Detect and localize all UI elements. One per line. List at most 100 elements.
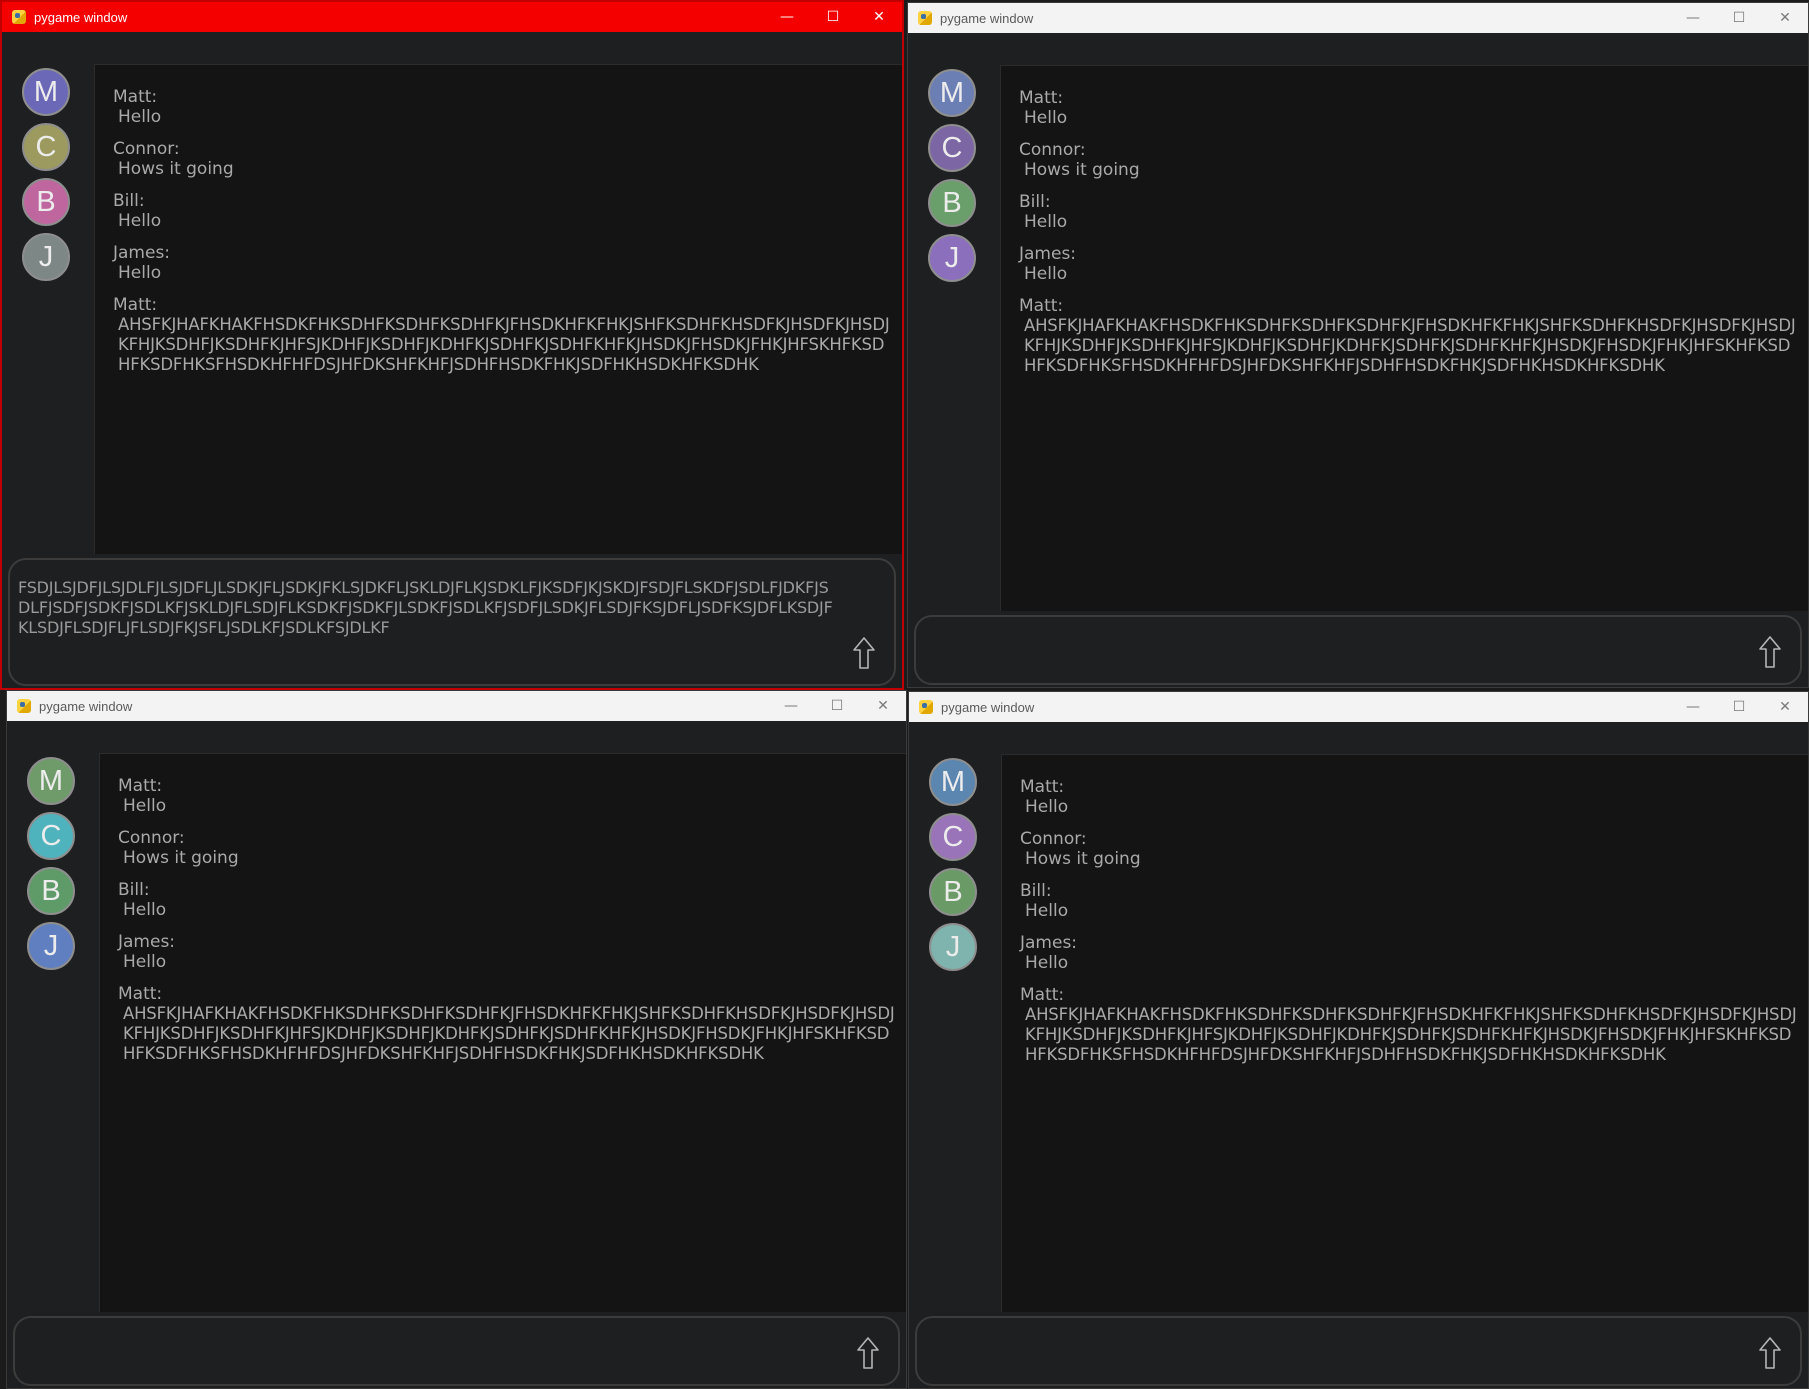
close-button[interactable]: ✕ xyxy=(1762,3,1808,33)
message: Matt: AHSFKJHAFKHAKFHSDKFHKSDHFKSDHFKSDHF… xyxy=(113,295,894,375)
message-text: Hello xyxy=(123,796,167,816)
message: Matt: Hello xyxy=(113,87,894,127)
avatar-connor[interactable]: C xyxy=(929,813,977,861)
message: Matt: AHSFKJHAFKHAKFHSDKFHKSDHFKSDHFKSDHF… xyxy=(1020,985,1800,1065)
message-text: Hello xyxy=(123,900,167,920)
message: James: Hello xyxy=(113,243,894,283)
message-input[interactable] xyxy=(914,615,1802,685)
pygame-window[interactable]: pygame window — ☐ ✕ M C B J Matt: Hello Connor: How… xyxy=(6,690,907,1389)
message: Matt: AHSFKJHAFKHAKFHSDKFHKSDHFKSDHFKSDHF… xyxy=(118,984,898,1064)
message-text: AHSFKJHAFKHAKFHSDKFHKSDHFKSDHFKSDHFKJFHS… xyxy=(1025,1005,1797,1064)
pygame-window[interactable]: pygame window — ☐ ✕ M C B J Matt: Hello Connor: How… xyxy=(0,0,904,690)
message-input[interactable] xyxy=(13,1316,900,1386)
avatar-james[interactable]: J xyxy=(27,922,75,970)
minimize-button[interactable]: — xyxy=(1670,3,1716,33)
message-text: Hows it going xyxy=(123,848,239,868)
message-author: James: xyxy=(113,243,171,263)
message-text: Hello xyxy=(1024,108,1068,128)
message: Connor: Hows it going xyxy=(1020,829,1800,869)
title-bar[interactable]: pygame window — ☐ ✕ xyxy=(909,692,1808,722)
send-arrow-icon[interactable] xyxy=(1758,1336,1782,1370)
message: Bill: Hello xyxy=(1020,881,1800,921)
avatar-james[interactable]: J xyxy=(22,233,70,281)
user-list: MCBJ xyxy=(928,69,978,289)
avatar-bill[interactable]: B xyxy=(27,867,75,915)
title-bar[interactable]: pygame window — ☐ ✕ xyxy=(2,2,902,32)
message-author: James: xyxy=(1019,244,1077,264)
avatar-bill[interactable]: B xyxy=(928,179,976,227)
window-controls: — ☐ ✕ xyxy=(764,2,902,32)
message-author: Matt: xyxy=(118,776,163,796)
message-author: Matt: xyxy=(1019,88,1064,108)
send-arrow-icon[interactable] xyxy=(852,636,876,670)
window-title: pygame window xyxy=(39,698,133,714)
maximize-button[interactable]: ☐ xyxy=(1716,3,1762,33)
avatar-matt[interactable]: M xyxy=(22,68,70,116)
send-arrow-icon[interactable] xyxy=(856,1336,880,1370)
message-input-text[interactable]: FSDJLSJDFJLSJDLFJLSJDFLJLSDKJFLJSDKJFKLS… xyxy=(18,578,840,638)
message-author: James: xyxy=(1020,933,1078,953)
avatar-matt[interactable]: M xyxy=(27,757,75,805)
avatar-connor[interactable]: C xyxy=(22,123,70,171)
message-text: Hello xyxy=(118,107,162,127)
message-text: AHSFKJHAFKHAKFHSDKFHKSDHFKSDHFKSDHFKJFHS… xyxy=(123,1004,895,1063)
avatar-bill[interactable]: B xyxy=(929,868,977,916)
message: Connor: Hows it going xyxy=(113,139,894,179)
message-text: Hello xyxy=(1025,953,1069,973)
maximize-button[interactable]: ☐ xyxy=(1716,692,1762,722)
avatar-matt[interactable]: M xyxy=(929,758,977,806)
message: Matt: Hello xyxy=(118,776,898,816)
message: Bill: Hello xyxy=(118,880,898,920)
close-button[interactable]: ✕ xyxy=(856,2,902,32)
maximize-button[interactable]: ☐ xyxy=(810,2,856,32)
window-title: pygame window xyxy=(34,9,128,25)
title-bar[interactable]: pygame window — ☐ ✕ xyxy=(7,691,906,721)
message: Matt: Hello xyxy=(1020,777,1800,817)
pygame-window[interactable]: pygame window — ☐ ✕ M C B J Matt: Hello Connor: How… xyxy=(908,691,1809,1389)
message-list: Matt: Hello Connor: Hows it going Bill: Hello… xyxy=(94,64,902,554)
window-title: pygame window xyxy=(940,10,1034,26)
pygame-icon xyxy=(918,11,932,25)
avatar-connor[interactable]: C xyxy=(928,124,976,172)
send-arrow-icon[interactable] xyxy=(1758,635,1782,669)
minimize-button[interactable]: — xyxy=(768,691,814,721)
message-author: Bill: xyxy=(1019,192,1051,212)
message-author: Bill: xyxy=(118,880,150,900)
minimize-button[interactable]: — xyxy=(764,2,810,32)
close-button[interactable]: ✕ xyxy=(1762,692,1808,722)
message-author: Matt: xyxy=(113,87,158,107)
avatar-james[interactable]: J xyxy=(928,234,976,282)
message-input[interactable] xyxy=(915,1316,1802,1386)
message-author: Connor: xyxy=(1019,140,1086,160)
avatar-james[interactable]: J xyxy=(929,923,977,971)
window-controls: — ☐ ✕ xyxy=(1670,3,1808,33)
pygame-icon xyxy=(12,10,26,24)
message-author: Matt: xyxy=(1020,985,1065,1005)
message-author: Matt: xyxy=(1019,296,1064,316)
title-bar[interactable]: pygame window — ☐ ✕ xyxy=(908,3,1808,33)
window-title: pygame window xyxy=(941,699,1035,715)
message: Bill: Hello xyxy=(1019,192,1800,232)
message-text: Hows it going xyxy=(1025,849,1141,869)
message-author: Bill: xyxy=(113,191,145,211)
pygame-window[interactable]: pygame window — ☐ ✕ M C B J Matt: Hello Connor: How… xyxy=(907,2,1809,688)
close-button[interactable]: ✕ xyxy=(860,691,906,721)
message: Connor: Hows it going xyxy=(1019,140,1800,180)
minimize-button[interactable]: — xyxy=(1670,692,1716,722)
user-list: MCBJ xyxy=(929,758,979,978)
avatar-connor[interactable]: C xyxy=(27,812,75,860)
message-author: Matt: xyxy=(1020,777,1065,797)
message-text: Hello xyxy=(1024,212,1068,232)
message-author: Matt: xyxy=(113,295,158,315)
message-list: Matt: Hello Connor: Hows it going Bill: Hello… xyxy=(1001,754,1808,1312)
maximize-button[interactable]: ☐ xyxy=(814,691,860,721)
message: Matt: AHSFKJHAFKHAKFHSDKFHKSDHFKSDHFKSDHF… xyxy=(1019,296,1800,376)
message-author: Bill: xyxy=(1020,881,1052,901)
message: Matt: Hello xyxy=(1019,88,1800,128)
avatar-bill[interactable]: B xyxy=(22,178,70,226)
message-input[interactable]: FSDJLSJDFJLSJDLFJLSJDFLJLSDKJFLJSDKJFKLS… xyxy=(8,558,896,686)
avatar-matt[interactable]: M xyxy=(928,69,976,117)
message-text: AHSFKJHAFKHAKFHSDKFHKSDHFKSDHFKSDHFKJFHS… xyxy=(118,315,890,374)
message-list: Matt: Hello Connor: Hows it going Bill: Hello… xyxy=(1000,65,1808,611)
chat-app: M C B J Matt: Hello Connor: Hows it going Bill: H… xyxy=(7,721,906,1388)
